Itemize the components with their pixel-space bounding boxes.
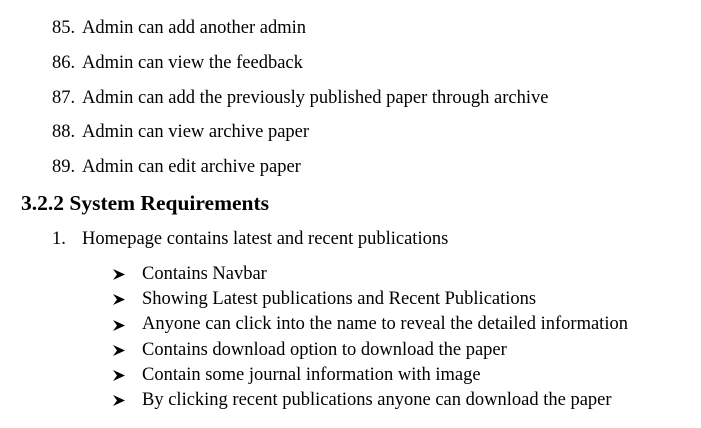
list-item-number: 85. <box>52 18 76 38</box>
list-item-number: 86. <box>52 53 76 73</box>
feature-text: Contains Navbar <box>142 264 267 284</box>
arrowhead-bullet-icon <box>112 313 142 338</box>
list-item-number: 89. <box>52 157 76 177</box>
list-item: 86. Admin can view the feedback <box>52 52 303 74</box>
feature-text: Contain some journal information with im… <box>142 364 481 385</box>
feature-text: Anyone can click into the name to reveal… <box>142 314 628 335</box>
section-heading: 3.2.2 System Requirements <box>21 191 270 215</box>
feature-item: Anyone can click into the name to reveal… <box>112 312 628 337</box>
arrowhead-bullet-icon <box>112 262 142 287</box>
list-item-text: Admin can view the feedback <box>82 53 303 73</box>
arrowhead-bullet-icon <box>112 388 142 413</box>
list-item-text: Admin can view archive paper <box>82 122 310 142</box>
list-item: 1. Homepage contains latest and recent pu… <box>52 228 448 250</box>
arrowhead-bullet-icon <box>112 363 142 388</box>
feature-item: Contains download option to download the… <box>112 338 628 363</box>
list-item-text: Homepage contains latest and recent publ… <box>82 229 449 249</box>
feature-item: Contains Navbar <box>112 262 628 287</box>
feature-text: Contains download option to download the… <box>142 339 507 360</box>
list-item: 87. Admin can add the previously publishe… <box>52 87 548 109</box>
list-item: 85. Admin can add another admin <box>52 17 306 39</box>
arrowhead-bullet-icon <box>112 287 142 312</box>
list-item-number: 88. <box>52 122 76 142</box>
document-page: 85. Admin can add another admin 86. Admin … <box>0 0 701 428</box>
feature-item: Showing Latest publications and Recent P… <box>112 287 628 312</box>
list-item-text: Admin can add the previously published p… <box>82 88 549 108</box>
list-item-number: 1. <box>52 229 66 249</box>
feature-text: By clicking recent publications anyone c… <box>142 390 612 411</box>
list-item: 89. Admin can edit archive paper <box>52 156 301 178</box>
feature-item: Contain some journal information with im… <box>112 363 628 388</box>
list-item-text: Admin can add another admin <box>82 18 306 38</box>
list-item: 88. Admin can view archive paper <box>52 121 309 143</box>
feature-item: By clicking recent publications anyone c… <box>112 388 628 413</box>
arrowhead-bullet-icon <box>112 338 142 363</box>
list-item-text: Admin can edit archive paper <box>82 157 301 177</box>
feature-text: Showing Latest publications and Recent P… <box>142 289 537 310</box>
homepage-feature-list: Contains Navbar Showing Latest publicati… <box>112 262 628 413</box>
list-item-number: 87. <box>52 88 76 108</box>
